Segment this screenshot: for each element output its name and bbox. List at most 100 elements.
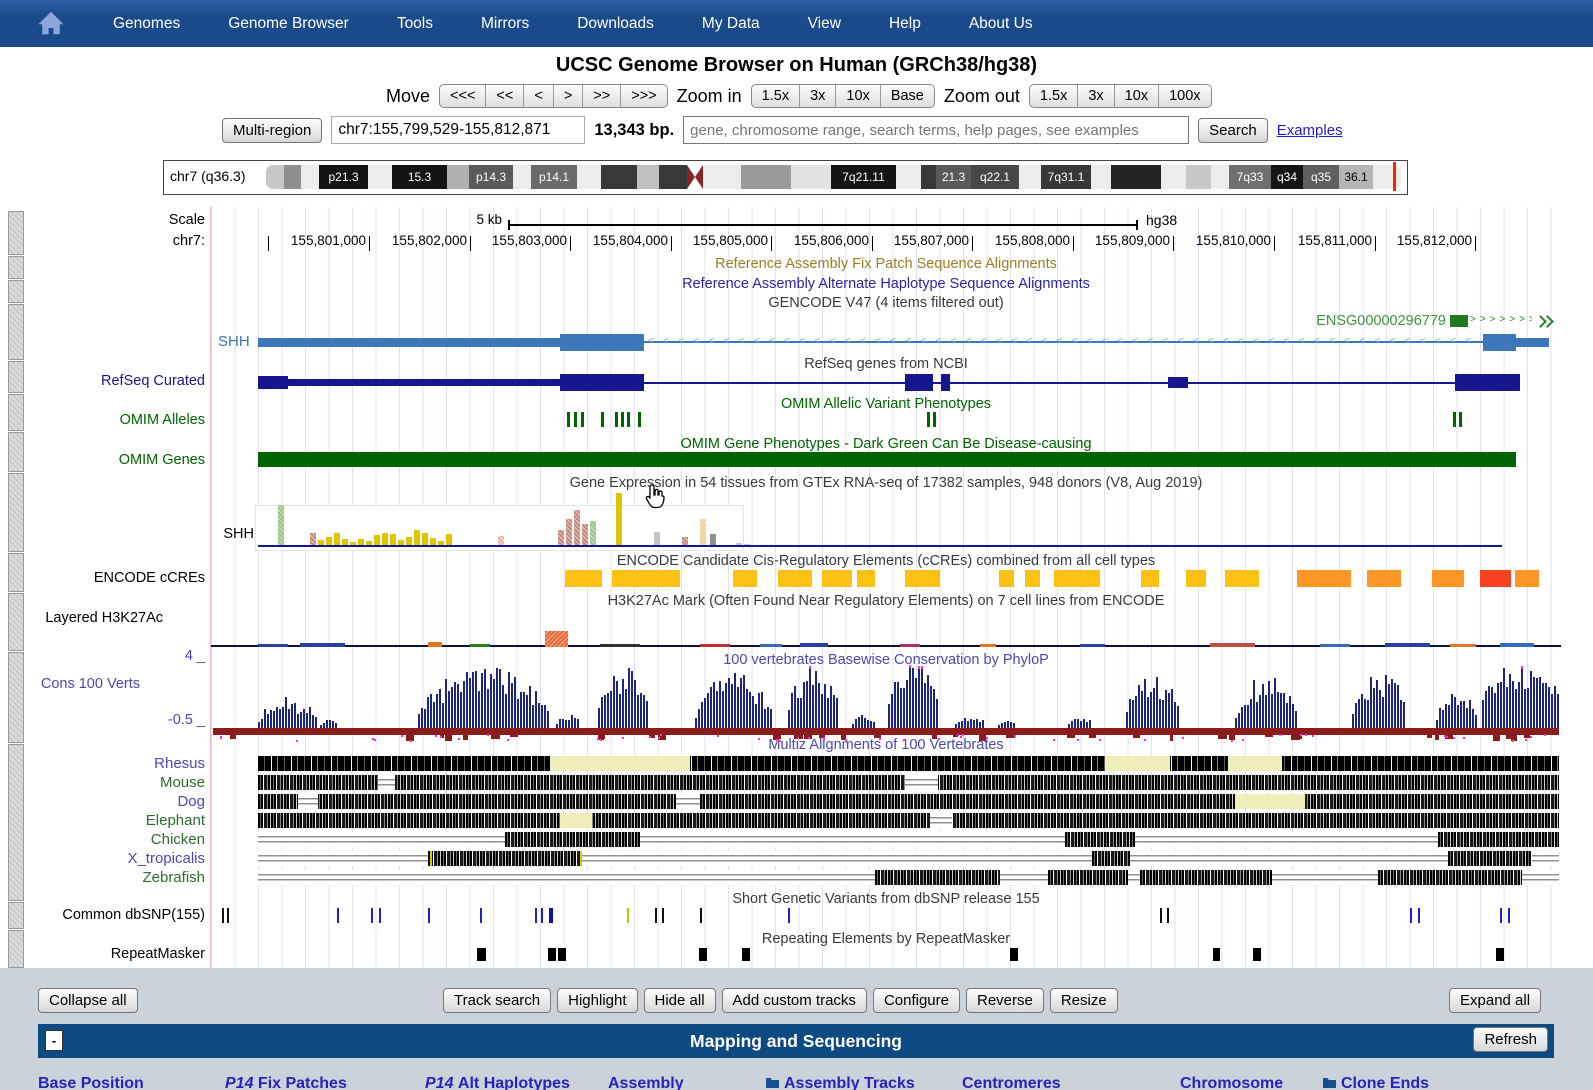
collapse-section-button[interactable]: - (45, 1030, 63, 1051)
search-button[interactable]: Search (1198, 118, 1268, 143)
zoom-in-button-10x[interactable]: 10x (835, 85, 879, 107)
ensg-gene-label[interactable]: ENSG00000296779 (1246, 313, 1446, 329)
zoom-in-button-base[interactable]: Base (880, 85, 934, 107)
move-button-[interactable]: <<< (440, 85, 485, 107)
gtex-bar[interactable] (574, 510, 580, 547)
omim-allele-tick[interactable] (615, 412, 618, 427)
track-drag-handle[interactable] (8, 473, 24, 552)
gencode-title[interactable]: GENCODE V47 (4 items filtered out) (211, 295, 1561, 311)
track-group-link-fix-patches[interactable]: P14 Fix Patches (225, 1075, 347, 1090)
shh-utr[interactable] (258, 338, 560, 347)
omim-allele-tick[interactable] (627, 412, 630, 427)
omim-allele-tick[interactable] (581, 412, 584, 427)
genome-track-image[interactable]: Reference Assembly Fix Patch Sequence Al… (0, 207, 1593, 968)
ccre-title[interactable]: ENCODE Candidate Cis-Regulatory Elements… (211, 553, 1561, 569)
zoom-out-button-10x[interactable]: 10x (1114, 85, 1158, 107)
search-input[interactable] (683, 116, 1189, 144)
gtex-title[interactable]: Gene Expression in 54 tissues from GTEx … (211, 475, 1561, 491)
dbsnp-variant-tick[interactable] (627, 908, 629, 923)
ccre-element[interactable] (1225, 570, 1259, 587)
dbsnp-variant-tick[interactable] (428, 908, 430, 923)
track-drag-handle[interactable] (8, 304, 24, 360)
dbsnp-variant-tick[interactable] (337, 908, 339, 923)
omim-allele-tick[interactable] (574, 412, 577, 427)
h3k27ac-title[interactable]: H3K27Ac Mark (Often Found Near Regulator… (211, 593, 1561, 609)
nav-item-about-us[interactable]: About Us (969, 15, 1033, 33)
repeatmasker-element[interactable] (1213, 948, 1220, 961)
ccre-element[interactable] (1186, 570, 1206, 587)
species-label-chicken[interactable]: Chicken (0, 831, 205, 848)
omim-alleles-title[interactable]: OMIM Allelic Variant Phenotypes (211, 396, 1561, 412)
track-group-link-centromeres[interactable]: Centromeres (962, 1075, 1061, 1090)
track-group-link-clone-ends[interactable]: Clone Ends (1322, 1075, 1429, 1090)
omim-allele-tick[interactable] (638, 412, 641, 427)
fix-patch-title[interactable]: Reference Assembly Fix Patch Sequence Al… (211, 256, 1561, 272)
footer-button-expand-all[interactable]: Expand all (1449, 988, 1541, 1013)
nav-item-genome-browser[interactable]: Genome Browser (228, 15, 349, 33)
dbsnp-variant-tick[interactable] (655, 908, 657, 923)
dbsnp-title[interactable]: Short Genetic Variants from dbSNP releas… (211, 891, 1561, 907)
gtex-bar[interactable] (278, 505, 284, 547)
track-group-link-chromosome[interactable]: Chromosome (1180, 1075, 1283, 1090)
dbsnp-variant-tick[interactable] (549, 908, 553, 923)
gtex-bar[interactable] (700, 519, 706, 547)
refseq-exon[interactable] (1168, 377, 1188, 388)
repeatmasker-element[interactable] (699, 948, 707, 961)
repeatmasker-element[interactable] (558, 948, 566, 961)
ccre-element[interactable] (612, 570, 680, 587)
species-label-elephant[interactable]: Elephant (0, 812, 205, 829)
layered-h3k27ac-label[interactable]: Layered H3K27Ac (0, 610, 163, 626)
species-label-x_tropicalis[interactable]: X_tropicalis (0, 850, 205, 867)
ccre-element[interactable] (565, 570, 602, 587)
dbsnp-variant-tick[interactable] (535, 908, 537, 923)
nav-item-genomes[interactable]: Genomes (113, 15, 180, 33)
zoom-out-button-100x[interactable]: 100x (1158, 85, 1210, 107)
dbsnp-variant-tick[interactable] (1500, 908, 1502, 923)
species-label-dog[interactable]: Dog (0, 793, 205, 810)
ensg-exon[interactable] (1450, 315, 1468, 327)
gtex-bar[interactable] (566, 519, 572, 547)
ccre-element[interactable] (1054, 570, 1100, 587)
repeatmasker-element[interactable] (548, 948, 556, 961)
footer-button-hide-all[interactable]: Hide all (644, 988, 716, 1013)
ccre-element[interactable] (1141, 570, 1159, 587)
shh-gene-label[interactable]: SHH (218, 333, 250, 350)
dbsnp-variant-tick[interactable] (1418, 908, 1420, 923)
nav-item-tools[interactable]: Tools (397, 15, 433, 33)
encode-ccres-label[interactable]: ENCODE cCREs (0, 570, 205, 586)
omim-allele-tick[interactable] (933, 412, 936, 427)
omim-genes-label[interactable]: OMIM Genes (0, 452, 205, 468)
home-icon[interactable] (36, 8, 66, 38)
ccre-element[interactable] (1432, 570, 1464, 587)
refseq-utr[interactable] (258, 376, 288, 389)
dbsnp-variant-tick[interactable] (227, 908, 229, 923)
ccre-element[interactable] (857, 570, 875, 587)
dbsnp-variant-tick[interactable] (700, 908, 702, 923)
dbsnp-variant-tick[interactable] (788, 908, 790, 923)
dbsnp-variant-tick[interactable] (222, 908, 224, 923)
refseq-title[interactable]: RefSeq genes from NCBI (211, 356, 1561, 372)
omim-allele-tick[interactable] (567, 412, 570, 427)
phylop-title[interactable]: 100 vertebrates Basewise Conservation by… (211, 652, 1561, 668)
repeatmasker-element[interactable] (1253, 948, 1261, 961)
omim-allele-tick[interactable] (1459, 412, 1462, 427)
track-drag-handle[interactable] (8, 256, 24, 279)
ccre-element[interactable] (822, 570, 852, 587)
move-button-[interactable]: < (523, 85, 552, 107)
repeatmasker-label[interactable]: RepeatMasker (0, 946, 205, 962)
position-input[interactable] (331, 116, 585, 144)
dbsnp-variant-tick[interactable] (480, 908, 482, 923)
dbsnp-variant-tick[interactable] (1160, 908, 1162, 923)
footer-button-configure[interactable]: Configure (873, 988, 960, 1013)
footer-button-resize[interactable]: Resize (1050, 988, 1118, 1013)
nav-item-downloads[interactable]: Downloads (577, 15, 654, 33)
move-button-[interactable]: >>> (620, 85, 666, 107)
omim-allele-tick[interactable] (927, 412, 930, 427)
shh-exon[interactable] (1483, 334, 1516, 351)
nav-item-my-data[interactable]: My Data (702, 15, 760, 33)
shh-exon[interactable] (560, 334, 644, 351)
refseq-exon[interactable] (560, 374, 644, 391)
species-label-zebrafish[interactable]: Zebrafish (0, 869, 205, 886)
track-drag-handle[interactable] (8, 280, 24, 303)
footer-button-add-custom-tracks[interactable]: Add custom tracks (722, 988, 867, 1013)
